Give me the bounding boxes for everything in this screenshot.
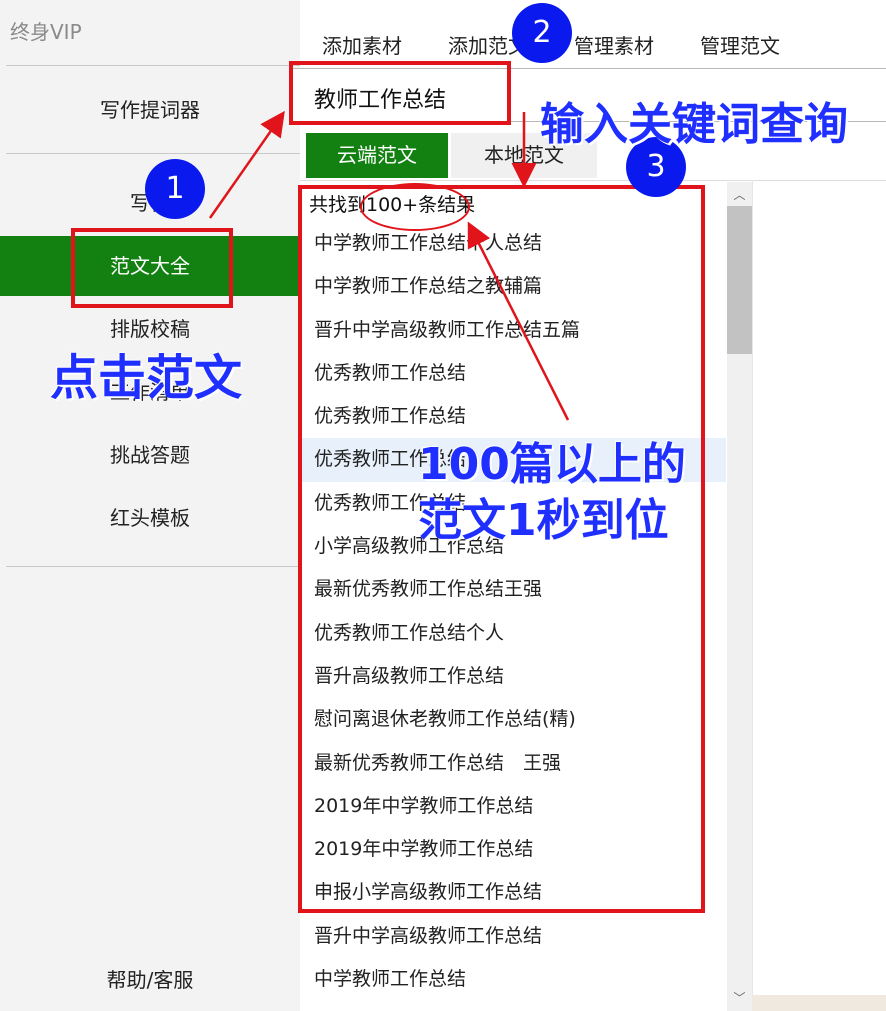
arrow-to-count [467, 221, 570, 421]
step-badge-1: 1 [145, 159, 205, 219]
note-search-keyword: 输入关键词查询 [540, 99, 848, 150]
arrow-to-search [208, 110, 285, 219]
note-result-line2: 范文1秒到位 [418, 495, 669, 546]
note-click-samples: 点击范文 [50, 350, 243, 406]
note-result-line1: 100篇以上的 [418, 439, 686, 490]
step-badge-2: 2 [512, 3, 572, 63]
